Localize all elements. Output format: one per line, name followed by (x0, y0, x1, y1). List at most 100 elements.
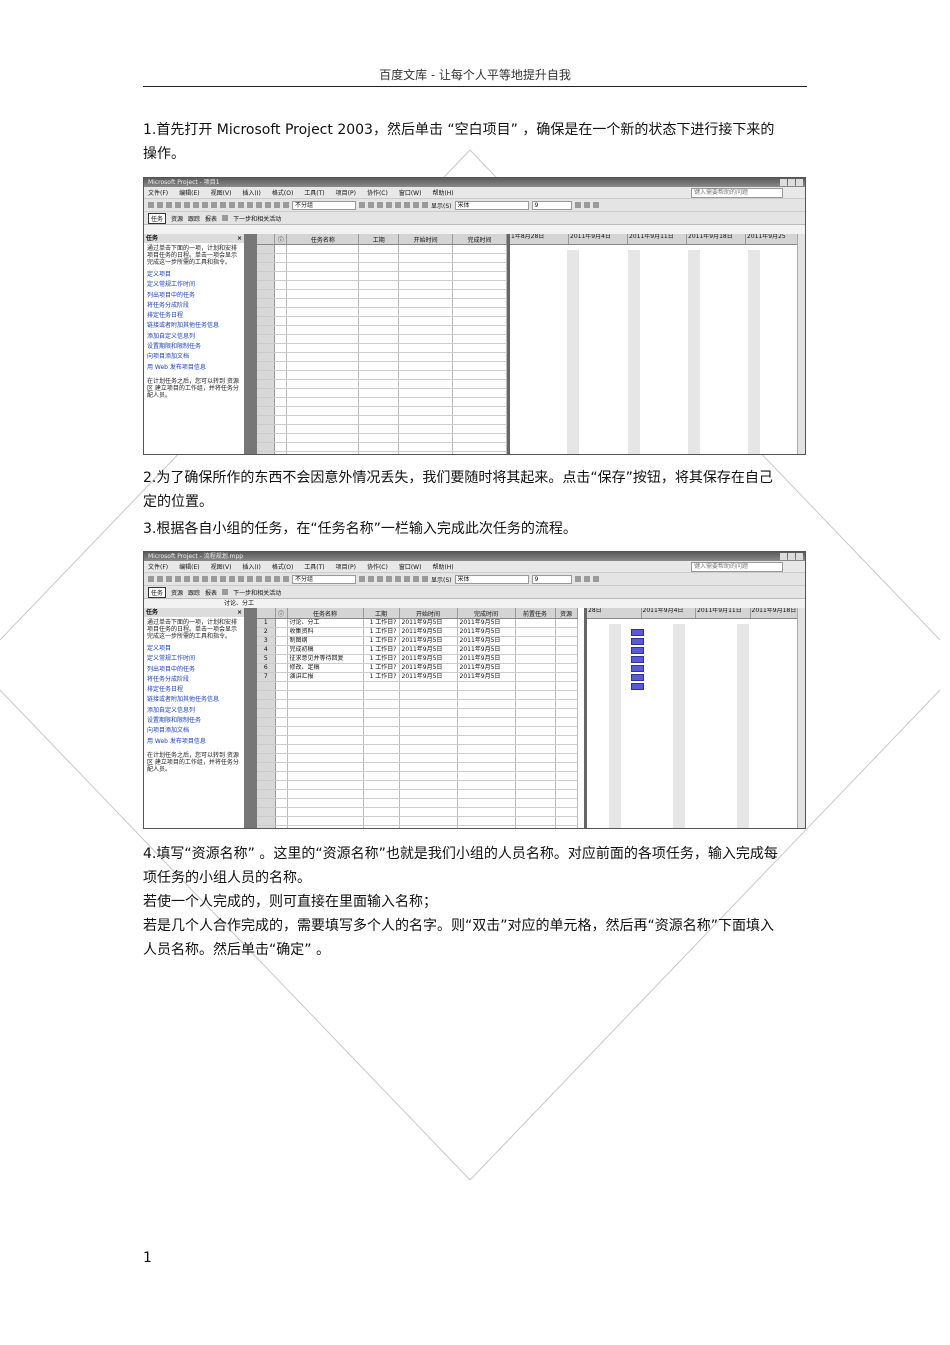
column-header[interactable]: 前置任务 (515, 608, 556, 619)
copy-icon[interactable] (211, 576, 217, 582)
table-cell[interactable]: 2011年9月5日 (457, 636, 516, 646)
table-cell[interactable] (358, 415, 400, 425)
goto-task-icon[interactable] (377, 576, 383, 582)
table-cell[interactable] (275, 735, 288, 745)
guide-tab-track[interactable]: 跟踪 (188, 214, 200, 223)
table-cell[interactable] (275, 690, 288, 700)
unlink-icon[interactable] (247, 576, 253, 582)
table-row[interactable] (257, 280, 507, 290)
table-cell[interactable] (457, 762, 516, 772)
table-cell[interactable] (257, 807, 276, 817)
show-dropdown[interactable]: 显示(S) (431, 201, 452, 210)
table-cell[interactable] (358, 262, 400, 272)
table-row[interactable] (257, 379, 507, 389)
table-cell[interactable] (287, 807, 364, 817)
table-cell[interactable] (274, 244, 288, 254)
table-cell[interactable] (257, 271, 276, 281)
table-cell[interactable] (257, 262, 276, 272)
pane-link[interactable]: 将任务分成阶段 (147, 301, 241, 311)
table-cell[interactable]: 1 工作日? (363, 663, 400, 673)
table-cell[interactable] (358, 244, 400, 254)
guide-tab-tasks[interactable]: 任务 (148, 586, 167, 598)
underline-icon[interactable] (592, 576, 599, 582)
table-cell[interactable] (257, 298, 276, 308)
table-cell[interactable] (257, 433, 276, 443)
table-cell[interactable] (452, 433, 507, 443)
column-header[interactable]: 完成时间 (452, 234, 507, 245)
table-row[interactable] (257, 762, 578, 772)
table-cell[interactable] (257, 244, 276, 254)
table-cell[interactable]: 演讲汇报 (287, 672, 364, 682)
table-row[interactable] (257, 726, 578, 736)
table-row[interactable]: 4 完成初稿 1 工作日? 2011年9月5日 2011年9月5日 (257, 645, 578, 655)
pane-link[interactable]: 定义常规工作时间 (147, 280, 241, 290)
table-cell[interactable] (358, 451, 400, 454)
table-row[interactable] (257, 690, 578, 700)
table-cell[interactable] (358, 316, 400, 326)
table-row[interactable] (257, 406, 507, 416)
table-row[interactable] (257, 244, 507, 254)
preview-icon[interactable] (184, 202, 190, 208)
pane-link[interactable]: 排定任务日程 (147, 685, 241, 695)
table-cell[interactable] (358, 433, 400, 443)
table-row[interactable] (257, 334, 507, 344)
table-cell[interactable] (398, 442, 454, 452)
table-cell[interactable] (555, 708, 578, 718)
table-cell[interactable] (515, 699, 556, 709)
table-cell[interactable] (457, 807, 516, 817)
table-cell[interactable] (274, 280, 288, 290)
help-search-input[interactable]: 键入需要帮助的问题 (691, 188, 783, 198)
goto-task-icon[interactable] (377, 202, 383, 208)
table-cell[interactable] (287, 753, 364, 763)
table-cell[interactable] (286, 379, 360, 389)
pane-link[interactable]: 定义常规工作时间 (147, 654, 241, 664)
table-row[interactable] (257, 771, 578, 781)
pane-link[interactable]: 添加自定义信息列 (147, 332, 241, 342)
table-cell[interactable] (515, 708, 556, 718)
table-cell[interactable] (257, 316, 276, 326)
table-cell[interactable] (452, 406, 507, 416)
table-cell[interactable]: 2011年9月5日 (457, 663, 516, 673)
table-cell[interactable] (274, 307, 288, 317)
table-cell[interactable]: 1 工作日? (363, 645, 400, 655)
menu-window[interactable]: 窗口(W) (399, 562, 422, 571)
table-cell[interactable] (286, 352, 360, 362)
table-cell[interactable] (358, 370, 400, 380)
table-cell[interactable] (275, 825, 288, 828)
table-cell[interactable] (555, 744, 578, 754)
group-combo[interactable]: 不分组 (292, 200, 356, 210)
table-cell[interactable] (274, 388, 288, 398)
table-cell[interactable] (452, 370, 507, 380)
table-cell[interactable] (286, 361, 360, 371)
table-cell[interactable] (398, 424, 454, 434)
table-cell[interactable] (452, 325, 507, 335)
pane-link[interactable]: 链接或者附加其他任务信息 (147, 695, 241, 705)
gantt-task-bar[interactable] (631, 647, 644, 654)
table-cell[interactable] (358, 298, 400, 308)
table-cell[interactable] (257, 798, 276, 808)
table-cell[interactable] (398, 370, 454, 380)
assign-icon[interactable] (283, 576, 289, 582)
copy-icon[interactable] (211, 202, 217, 208)
italic-icon[interactable] (583, 576, 590, 582)
table-cell[interactable] (363, 771, 400, 781)
table-cell[interactable] (399, 771, 458, 781)
guide-toggle-icon[interactable] (222, 589, 229, 595)
table-cell[interactable] (398, 352, 454, 362)
undo-icon[interactable] (229, 576, 235, 582)
table-cell[interactable] (515, 717, 556, 727)
table-cell[interactable] (286, 442, 360, 452)
table-cell[interactable] (275, 807, 288, 817)
table-cell[interactable] (274, 370, 288, 380)
table-row[interactable] (257, 415, 507, 425)
italic-icon[interactable] (583, 202, 590, 208)
table-cell[interactable] (257, 424, 276, 434)
table-row[interactable] (257, 352, 507, 362)
table-cell[interactable] (275, 681, 288, 691)
table-cell[interactable]: 2011年9月5日 (399, 618, 458, 628)
table-cell[interactable]: 2011年9月5日 (457, 627, 516, 637)
table-cell[interactable] (399, 825, 458, 828)
table-cell[interactable] (358, 379, 400, 389)
table-cell[interactable] (515, 654, 556, 664)
table-cell[interactable] (358, 361, 400, 371)
